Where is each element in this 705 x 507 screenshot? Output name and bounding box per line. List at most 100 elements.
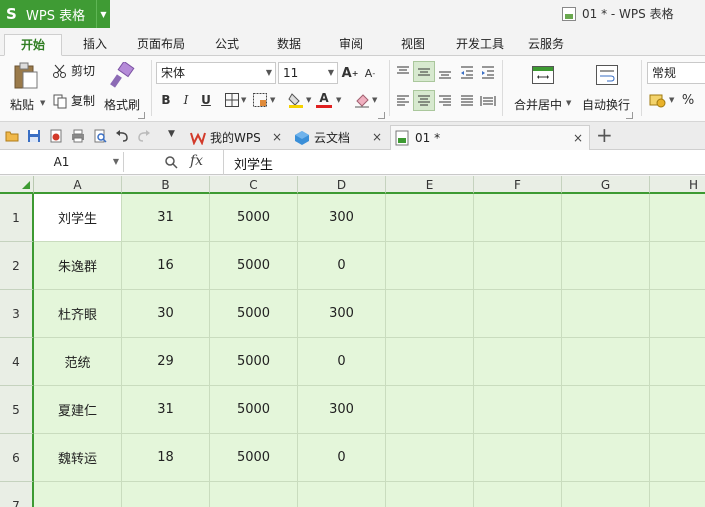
cell-c5[interactable]: 5000 <box>210 386 298 434</box>
tab-developer[interactable]: 开发工具 <box>450 34 510 56</box>
cell-f2[interactable] <box>474 242 562 290</box>
chevron-down-icon[interactable]: ▼ <box>40 99 45 107</box>
cell-h7[interactable] <box>650 482 705 507</box>
underline-button[interactable]: U <box>198 92 214 108</box>
align-top-icon[interactable] <box>395 64 411 80</box>
cell-b1[interactable]: 31 <box>122 194 210 242</box>
cell-e3[interactable] <box>386 290 474 338</box>
increase-indent-icon[interactable] <box>480 64 496 80</box>
column-header-a[interactable]: A <box>34 176 122 194</box>
cell-c4[interactable]: 5000 <box>210 338 298 386</box>
cell-g7[interactable] <box>562 482 650 507</box>
cell-f5[interactable] <box>474 386 562 434</box>
cell-h2[interactable] <box>650 242 705 290</box>
cell-c7[interactable] <box>210 482 298 507</box>
cell-e7[interactable] <box>386 482 474 507</box>
cell-h1[interactable] <box>650 194 705 242</box>
number-format-select[interactable]: 常规 <box>647 62 705 84</box>
cell-d6[interactable]: 0 <box>298 434 386 482</box>
app-menu-button[interactable]: S WPS 表格 ▼ <box>0 0 110 28</box>
cell-a6[interactable]: 魏转运 <box>34 434 122 482</box>
font-launcher-icon[interactable] <box>378 112 385 119</box>
borders-icon[interactable] <box>224 92 240 108</box>
cell-style-icon[interactable] <box>252 92 268 108</box>
chevron-down-icon[interactable]: ▼ <box>336 96 341 104</box>
cell-g3[interactable] <box>562 290 650 338</box>
cell-d3[interactable]: 300 <box>298 290 386 338</box>
font-shrink-icon[interactable]: A- <box>362 65 378 81</box>
cell-d7[interactable] <box>298 482 386 507</box>
cell-h4[interactable] <box>650 338 705 386</box>
cell-b7[interactable] <box>122 482 210 507</box>
column-header-h[interactable]: H <box>650 176 705 194</box>
row-header-3[interactable]: 3 <box>0 290 34 338</box>
row-header-1[interactable]: 1 <box>0 194 34 242</box>
spreadsheet-grid[interactable]: A B C D E F G H 1 刘学生 31 5000 300 2 朱逸群 16 5000 0 3 杜齐眼 30 50… <box>0 176 705 507</box>
font-name-select[interactable]: 宋体 ▼ <box>156 62 276 84</box>
clipboard-launcher-icon[interactable] <box>138 112 145 119</box>
font-grow-icon[interactable]: A + <box>342 65 359 81</box>
currency-format-icon[interactable] <box>649 92 667 108</box>
name-box[interactable]: A1 ▼ <box>0 152 124 172</box>
cell-e4[interactable] <box>386 338 474 386</box>
tab-page-layout[interactable]: 页面布局 <box>130 34 192 56</box>
chevron-down-icon[interactable]: ▼ <box>372 96 377 104</box>
cell-g1[interactable] <box>562 194 650 242</box>
percent-button[interactable]: % <box>680 92 696 108</box>
row-header-5[interactable]: 5 <box>0 386 34 434</box>
font-size-select[interactable]: 11 ▼ <box>278 62 338 84</box>
cell-a5[interactable]: 夏建仁 <box>34 386 122 434</box>
undo-icon[interactable] <box>115 129 129 143</box>
cell-e1[interactable] <box>386 194 474 242</box>
column-header-d[interactable]: D <box>298 176 386 194</box>
chevron-down-icon[interactable]: ▼ <box>306 96 311 104</box>
cell-f1[interactable] <box>474 194 562 242</box>
doc-tab-cloud-docs[interactable]: 云文档 × <box>290 125 388 150</box>
cell-g5[interactable] <box>562 386 650 434</box>
cell-e5[interactable] <box>386 386 474 434</box>
select-all-corner[interactable] <box>0 176 34 194</box>
tab-cloud-services[interactable]: 云服务 <box>522 34 570 56</box>
align-center-button[interactable] <box>413 90 435 111</box>
cell-c2[interactable]: 5000 <box>210 242 298 290</box>
decrease-indent-icon[interactable] <box>459 64 475 80</box>
paste-button[interactable]: 粘贴 ▼ <box>6 60 46 116</box>
column-header-b[interactable]: B <box>122 176 210 194</box>
column-header-e[interactable]: E <box>386 176 474 194</box>
cell-e6[interactable] <box>386 434 474 482</box>
export-pdf-icon[interactable] <box>49 129 63 143</box>
cell-f3[interactable] <box>474 290 562 338</box>
alignment-launcher-icon[interactable] <box>626 112 633 119</box>
insert-function-icon[interactable]: fx <box>190 153 203 169</box>
cell-b4[interactable]: 29 <box>122 338 210 386</box>
column-header-f[interactable]: F <box>474 176 562 194</box>
row-header-7[interactable]: 7 <box>0 482 34 507</box>
cell-f7[interactable] <box>474 482 562 507</box>
align-right-icon[interactable] <box>437 93 453 109</box>
cell-b5[interactable]: 31 <box>122 386 210 434</box>
cell-g6[interactable] <box>562 434 650 482</box>
doc-tab-my-wps[interactable]: 我的WPS × <box>186 125 288 150</box>
cell-f6[interactable] <box>474 434 562 482</box>
font-color-icon[interactable]: A <box>316 90 332 108</box>
cell-g2[interactable] <box>562 242 650 290</box>
cell-a4[interactable]: 范统 <box>34 338 122 386</box>
tab-data[interactable]: 数据 <box>266 34 312 56</box>
copy-button[interactable]: 复制 <box>52 92 95 109</box>
open-folder-icon[interactable] <box>5 129 19 143</box>
cell-a3[interactable]: 杜齐眼 <box>34 290 122 338</box>
toolbar-overflow-icon[interactable]: ▼ <box>168 129 175 139</box>
chevron-down-icon[interactable]: ▼ <box>113 152 119 172</box>
merge-center-button[interactable]: 合并居中 ▼ <box>510 60 576 116</box>
cell-d2[interactable]: 0 <box>298 242 386 290</box>
cell-c1[interactable]: 5000 <box>210 194 298 242</box>
cut-button[interactable]: 剪切 <box>52 62 95 79</box>
print-icon[interactable] <box>71 129 85 143</box>
tab-review[interactable]: 审阅 <box>328 34 374 56</box>
cell-h3[interactable] <box>650 290 705 338</box>
new-tab-plus-icon[interactable]: + <box>596 124 613 146</box>
cell-d4[interactable]: 0 <box>298 338 386 386</box>
close-icon[interactable]: × <box>272 130 282 144</box>
chevron-down-icon[interactable]: ▼ <box>96 0 110 28</box>
tab-view[interactable]: 视图 <box>390 34 436 56</box>
